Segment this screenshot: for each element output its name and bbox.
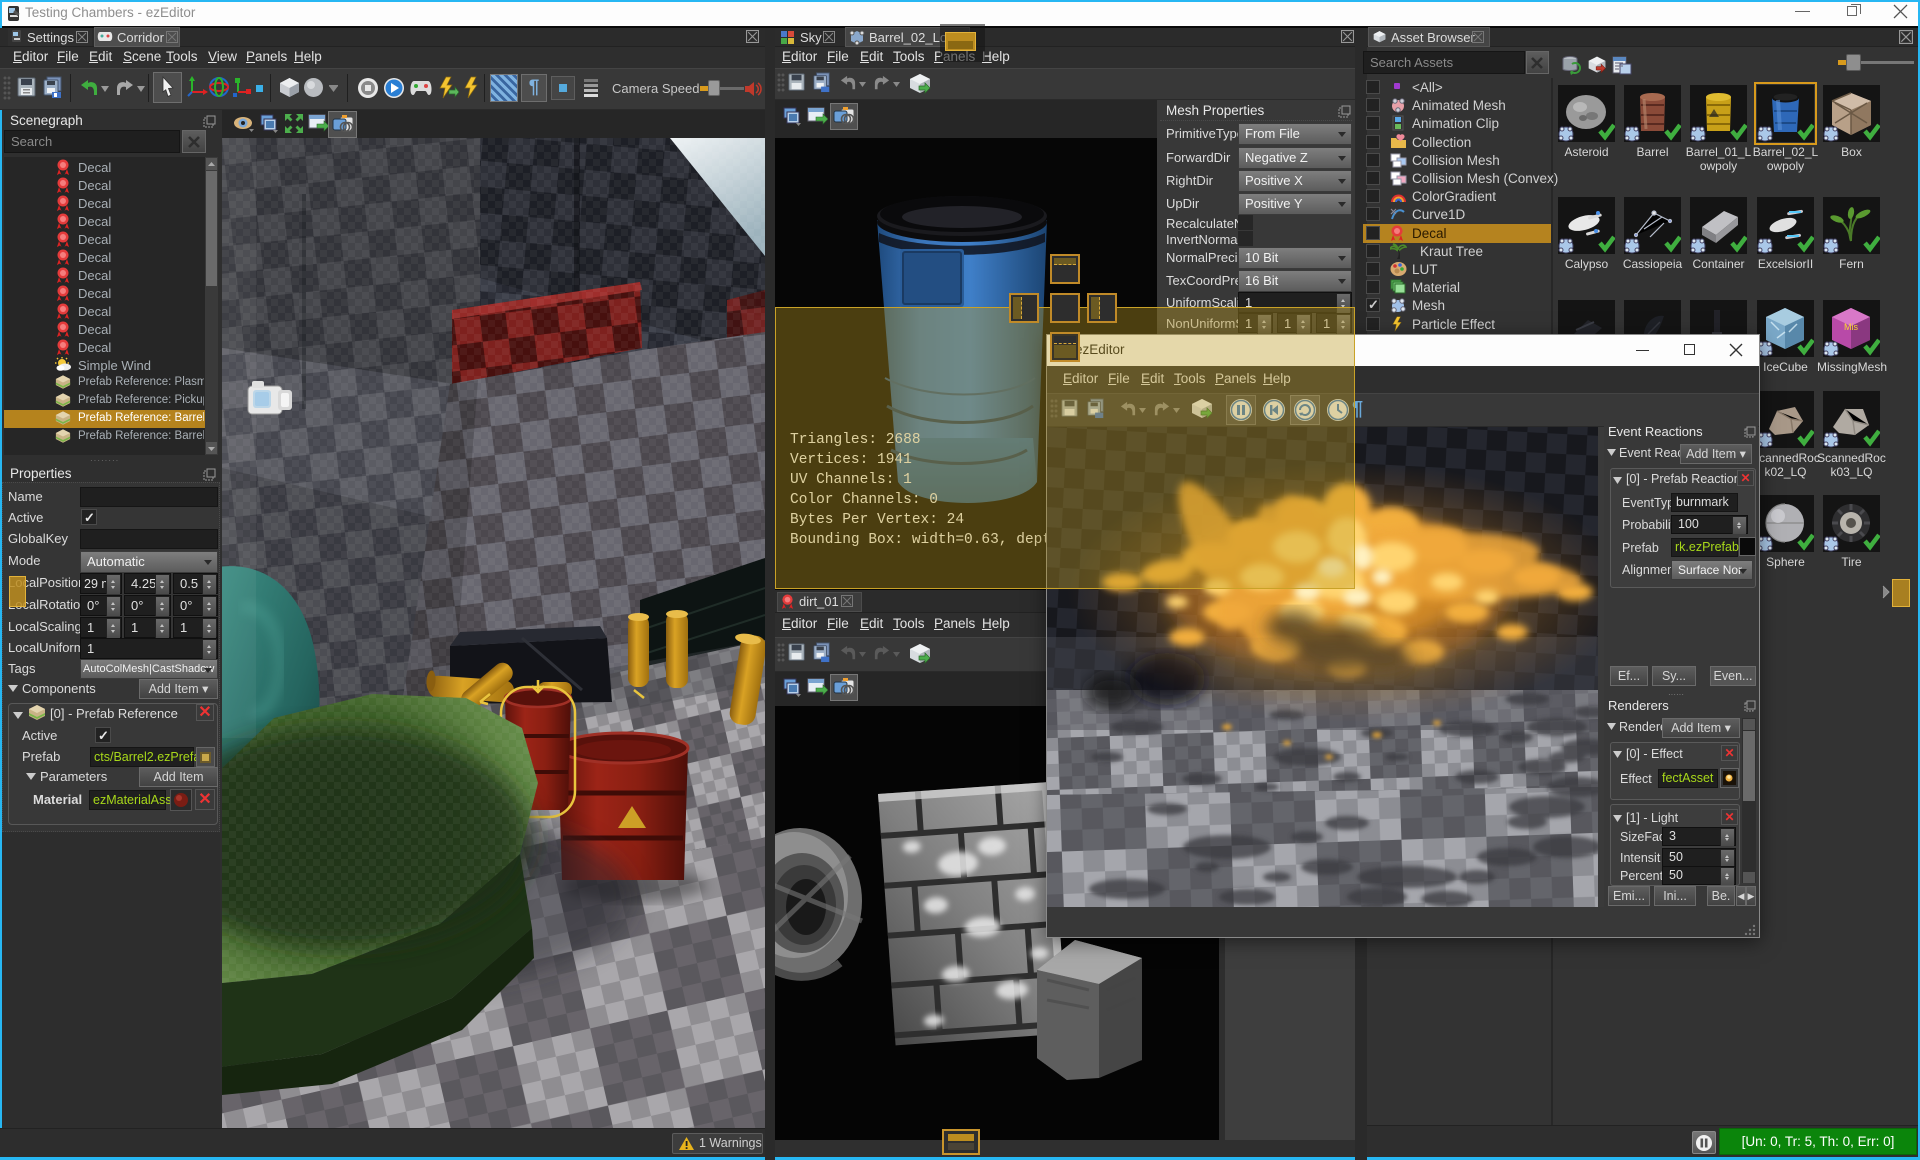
svg-text:Mis: Mis bbox=[1844, 322, 1858, 332]
